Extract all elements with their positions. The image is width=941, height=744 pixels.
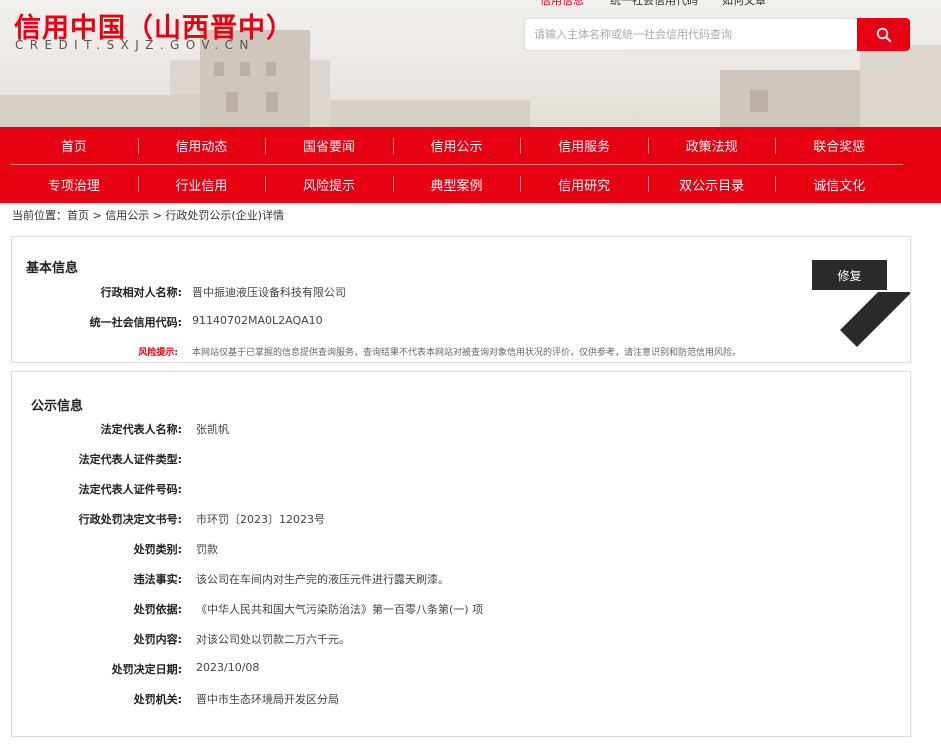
field-row: 违法事实: 该公司在车间内对生产完的液压元件进行露天刷漆。 bbox=[12, 571, 910, 587]
nav-item-home[interactable]: 首页 bbox=[10, 127, 138, 164]
field-row: 行政相对人名称: 晋中振迪液压设备科技有限公司 bbox=[12, 284, 910, 300]
basic-info-card: 基本信息 行政相对人名称: 晋中振迪液压设备科技有限公司 统一社会信用代码: 9… bbox=[11, 236, 911, 363]
field-label: 行政相对人名称: bbox=[100, 286, 182, 299]
site-logo-subtitle: CREDIT.SXJZ.GOV.CN bbox=[15, 38, 255, 52]
field-value: 《中华人民共和国大气污染防治法》第一百零八条第(一) 项 bbox=[196, 603, 484, 616]
field-value: 市环罚〔2023〕12023号 bbox=[196, 513, 325, 526]
field-label: 处罚决定日期: bbox=[111, 663, 182, 676]
nav-item-risk-alert[interactable]: 风险提示 bbox=[265, 165, 393, 203]
backdrop-wall bbox=[0, 95, 200, 127]
field-row: 统一社会信用代码: 91140702MA0L2AQA10 bbox=[12, 314, 910, 330]
public-info-card: 公示信息 法定代表人名称: 张凯帆 法定代表人证件类型: 法定代表人证件号码: … bbox=[11, 371, 911, 737]
field-label: 违法事实: bbox=[133, 573, 182, 586]
field-label: 处罚依据: bbox=[133, 603, 182, 616]
nav-item-policy[interactable]: 政策法规 bbox=[647, 127, 776, 164]
field-row: 法定代表人名称: 张凯帆 bbox=[12, 421, 910, 437]
field-label: 法定代表人证件号码: bbox=[78, 483, 182, 496]
field-label: 法定代表人名称: bbox=[100, 423, 182, 436]
field-label: 法定代表人证件类型: bbox=[78, 453, 182, 466]
field-row: 法定代表人证件类型: bbox=[12, 451, 910, 467]
nav-item-typical-cases[interactable]: 典型案例 bbox=[392, 165, 521, 203]
nav-item-joint-rewards[interactable]: 联合奖惩 bbox=[775, 127, 903, 164]
field-label: 处罚内容: bbox=[133, 633, 182, 646]
repair-button[interactable]: 修复 bbox=[812, 260, 887, 290]
nav-item-special-governance[interactable]: 专项治理 bbox=[10, 165, 138, 203]
nav-item-integrity-culture[interactable]: 诚信文化 bbox=[775, 165, 903, 203]
field-value: 该公司在车间内对生产完的液压元件进行露天刷漆。 bbox=[196, 573, 449, 586]
backdrop-pavilion bbox=[860, 45, 941, 127]
field-row: 处罚类别: 罚款 bbox=[12, 541, 910, 557]
field-row: 行政处罚决定文书号: 市环罚〔2023〕12023号 bbox=[12, 511, 910, 527]
site-header: 信用中国（山西晋中） CREDIT.SXJZ.GOV.CN 信用信息 统一社会信… bbox=[0, 0, 941, 127]
field-value: 晋中振迪液压设备科技有限公司 bbox=[192, 286, 346, 299]
penalty-ribbon: 行政处罚 bbox=[830, 292, 910, 362]
field-label: 处罚类别: bbox=[133, 543, 182, 556]
breadcrumb[interactable]: 当前位置：首页 > 信用公示 > 行政处罚公示(企业)详情 bbox=[12, 207, 284, 223]
basic-info-title: 基本信息 bbox=[26, 261, 79, 276]
top-tab-article[interactable]: 如何文章 bbox=[722, 0, 766, 8]
field-value: 对该公司处以罚款二万六千元。 bbox=[196, 633, 350, 646]
nav-item-credit-news[interactable]: 信用动态 bbox=[137, 127, 266, 164]
search-box bbox=[524, 18, 858, 51]
search-button[interactable] bbox=[857, 18, 910, 51]
field-row: 处罚内容: 对该公司处以罚款二万六千元。 bbox=[12, 631, 910, 647]
risk-label: 风险提示: bbox=[138, 348, 178, 358]
nav-item-industry-credit[interactable]: 行业信用 bbox=[137, 165, 266, 203]
field-value: 张凯帆 bbox=[196, 423, 229, 436]
main-nav: 首页 信用动态 国省要闻 信用公示 信用服务 政策法规 联合奖惩 专项治理 行业… bbox=[0, 127, 941, 203]
field-value: 晋中市生态环境局开发区分局 bbox=[196, 693, 339, 706]
search-icon bbox=[876, 27, 892, 43]
top-tab-credit-info[interactable]: 信用信息 bbox=[540, 0, 584, 8]
field-row: 法定代表人证件号码: bbox=[12, 481, 910, 497]
search-input[interactable] bbox=[525, 19, 857, 50]
field-label: 行政处罚决定文书号: bbox=[78, 513, 182, 526]
risk-text: 本网站仅基于已掌握的信息提供查询服务，查询结果不代表本网站对被查询对象信用状况的… bbox=[192, 348, 742, 358]
top-tab-credit-code[interactable]: 统一社会信用代码 bbox=[610, 0, 698, 8]
field-label: 统一社会信用代码: bbox=[89, 316, 182, 329]
nav-item-dual-publicity[interactable]: 双公示目录 bbox=[647, 165, 776, 203]
field-value: 罚款 bbox=[196, 543, 218, 556]
public-info-title: 公示信息 bbox=[31, 399, 84, 414]
field-row: 处罚依据: 《中华人民共和国大气污染防治法》第一百零八条第(一) 项 bbox=[12, 601, 910, 617]
nav-row-1: 首页 信用动态 国省要闻 信用公示 信用服务 政策法规 联合奖惩 bbox=[10, 127, 903, 165]
nav-item-credit-publicity[interactable]: 信用公示 bbox=[392, 127, 521, 164]
nav-item-national-news[interactable]: 国省要闻 bbox=[265, 127, 393, 164]
field-value: 91140702MA0L2AQA10 bbox=[192, 314, 323, 327]
field-label: 处罚机关: bbox=[133, 693, 182, 706]
field-value: 2023/10/08 bbox=[196, 661, 260, 674]
field-row: 处罚机关: 晋中市生态环境局开发区分局 bbox=[12, 691, 910, 707]
nav-row-2: 专项治理 行业信用 风险提示 典型案例 信用研究 双公示目录 诚信文化 bbox=[10, 165, 903, 203]
field-row: 处罚决定日期: 2023/10/08 bbox=[12, 661, 910, 677]
nav-item-credit-research[interactable]: 信用研究 bbox=[520, 165, 648, 203]
risk-row: 风险提示: 本网站仅基于已掌握的信息提供查询服务，查询结果不代表本网站对被查询对… bbox=[12, 345, 910, 361]
page: 信用中国（山西晋中） CREDIT.SXJZ.GOV.CN 信用信息 统一社会信… bbox=[0, 0, 941, 744]
nav-item-credit-service[interactable]: 信用服务 bbox=[520, 127, 648, 164]
backdrop-wall-2 bbox=[330, 100, 530, 127]
